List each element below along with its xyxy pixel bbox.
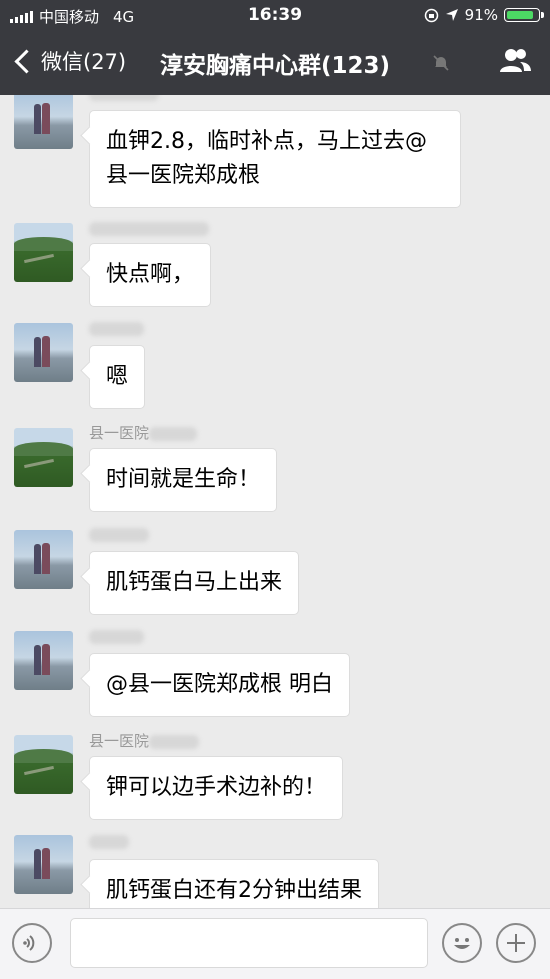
message-line: 肌钙蛋白马上出来 <box>106 570 283 595</box>
sender-name <box>89 525 149 543</box>
battery-fill <box>507 11 533 19</box>
message-line: 快点啊， <box>106 262 195 287</box>
message-input[interactable] <box>70 918 428 968</box>
message-line: 钾可以边手术边补的！ <box>106 775 327 800</box>
message-line: 嗯 <box>106 364 129 389</box>
group-members-icon[interactable] <box>498 46 532 76</box>
hill-avatar[interactable] <box>14 735 73 794</box>
message-line: 肌钙蛋白还有2分钟出结果 <box>106 878 362 903</box>
mute-bell-icon <box>433 55 449 71</box>
sender-name <box>89 832 129 850</box>
beach-avatar[interactable] <box>14 95 73 149</box>
hill-avatar[interactable] <box>14 428 73 487</box>
input-bar <box>0 908 550 979</box>
voice-input-icon <box>23 935 35 951</box>
beach-avatar[interactable] <box>14 530 73 589</box>
chat-title: 淳安胸痛中心群(123) <box>159 53 391 79</box>
battery-percent: 91% <box>464 6 498 24</box>
sender-name: 县一医院 <box>89 730 200 751</box>
sender-name <box>89 219 209 237</box>
beach-avatar[interactable] <box>14 835 73 894</box>
message-bubble[interactable]: 肌钙蛋白马上出来 <box>89 551 300 615</box>
emoji-button[interactable] <box>442 923 482 963</box>
more-button[interactable] <box>496 923 536 963</box>
plus-icon <box>507 934 525 952</box>
battery-icon <box>504 8 544 22</box>
sender-name: 县一医院 <box>89 422 198 443</box>
message-bubble[interactable]: 钾可以边手术边补的！ <box>89 756 344 820</box>
sender-name <box>89 319 144 337</box>
beach-avatar[interactable] <box>14 323 73 382</box>
message-bubble[interactable]: 快点啊， <box>89 243 212 307</box>
sender-name <box>89 627 144 645</box>
message-bubble[interactable]: 时间就是生命！ <box>89 448 278 512</box>
nav-bar: 微信(27) 淳安胸痛中心群(123) <box>0 32 550 95</box>
emoji-icon <box>454 938 470 949</box>
message-bubble[interactable]: 肌钙蛋白还有2分钟出结果 <box>89 859 379 908</box>
message-line: 时间就是生命！ <box>106 467 261 492</box>
sender-name <box>89 95 159 102</box>
message-line: @县一医院郑成根 明白 <box>106 672 333 697</box>
message-bubble[interactable]: @县一医院郑成根 明白 <box>89 653 350 717</box>
message-line: 血钾2.8，临时补点，马上过去@ <box>106 129 427 154</box>
message-bubble[interactable]: 嗯 <box>89 345 146 409</box>
message-bubble[interactable]: 血钾2.8，临时补点，马上过去@ 县一医院郑成根 <box>89 110 461 208</box>
voice-input-button[interactable] <box>12 923 52 963</box>
location-icon <box>445 9 458 21</box>
top-bar: 中国移动 4G 16:39 91% 微信(27) 淳安胸痛中心群(123) <box>0 0 550 95</box>
beach-avatar[interactable] <box>14 631 73 690</box>
message-list[interactable]: 血钾2.8，临时补点，马上过去@ 县一医院郑成根 快点啊， 嗯 县一医院 时间就… <box>0 95 550 908</box>
message-line: 县一医院郑成根 <box>106 163 261 188</box>
orientation-lock-icon <box>424 8 438 22</box>
hill-avatar[interactable] <box>14 223 73 282</box>
status-bar: 中国移动 4G 16:39 91% <box>0 0 550 32</box>
